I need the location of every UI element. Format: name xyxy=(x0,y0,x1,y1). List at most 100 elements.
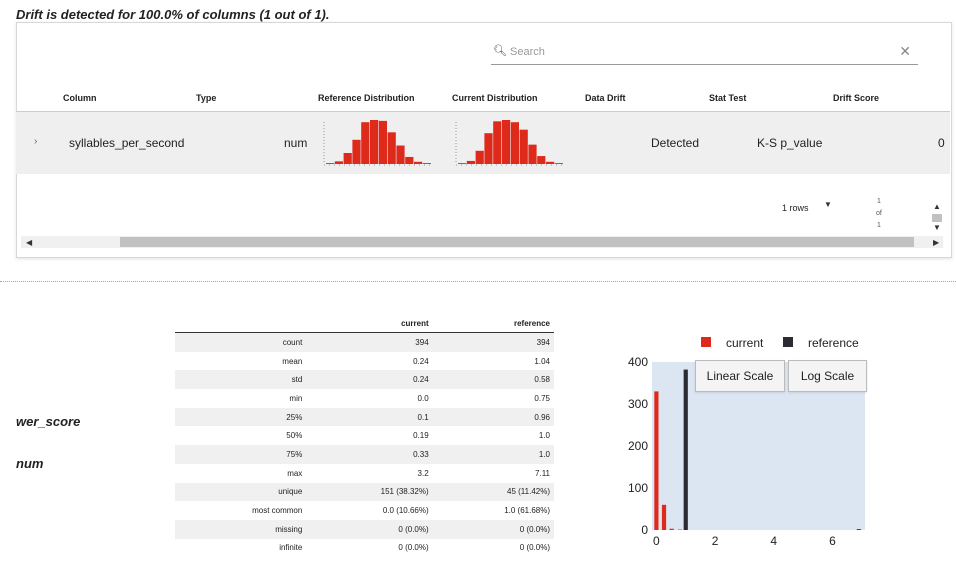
stats-row: max 3.2 7.11 xyxy=(175,464,554,483)
stats-header-reference: reference xyxy=(432,314,554,333)
stat-reference: 45 (11.42%) xyxy=(432,482,554,502)
stat-label: min xyxy=(289,393,303,403)
reference-sparkline-bar xyxy=(370,120,379,164)
y-tick-label: 0 xyxy=(641,523,648,537)
current-sparkline-bar xyxy=(510,122,519,164)
y-tick-label: 400 xyxy=(628,355,648,369)
reference-sparkline-bar xyxy=(361,122,370,164)
current-sparkline-bar xyxy=(458,163,467,164)
reference-sparkline-bar xyxy=(334,161,343,164)
legend-swatch-current xyxy=(701,337,711,347)
stat-current: 0.24 xyxy=(306,370,433,390)
stat-current: 0.1 xyxy=(306,407,433,427)
stat-current: 0.19 xyxy=(413,431,429,441)
column-header-current-distribution[interactable]: Current Distribution xyxy=(452,93,538,103)
horizontal-scroll-thumb[interactable] xyxy=(120,237,914,247)
current-sparkline-bar xyxy=(554,163,563,164)
stat-label: most common xyxy=(252,506,303,516)
stat-reference: 0 (0.0%) xyxy=(432,519,554,539)
stat-label: unique xyxy=(175,482,307,502)
stats-header-current: current xyxy=(306,314,433,333)
feature-name: wer_score xyxy=(16,414,81,429)
scroll-up-icon[interactable]: ▲ xyxy=(933,202,941,211)
column-header-data-drift[interactable]: Data Drift xyxy=(585,93,626,103)
stats-row: count 394 394 xyxy=(175,332,554,352)
stat-current: 0.24 xyxy=(413,356,429,366)
column-header-drift-score[interactable]: Drift Score xyxy=(833,93,879,103)
column-header-reference-distribution[interactable]: Reference Distribution xyxy=(318,93,415,103)
search-box[interactable]: 🔍︎ Search ✕ xyxy=(491,40,918,65)
stats-row: 50% 0.19 1.0 xyxy=(175,426,554,445)
x-tick-label: 4 xyxy=(770,534,777,548)
stat-label: mean xyxy=(282,356,303,366)
vertical-scrollbar[interactable]: ▲ ▼ xyxy=(930,200,944,236)
legend-label-current[interactable]: current xyxy=(726,336,764,350)
log-scale-button[interactable]: Log Scale xyxy=(788,360,867,392)
close-icon[interactable]: ✕ xyxy=(899,43,911,60)
stats-row: min 0.0 0.75 xyxy=(175,389,554,408)
column-header-column[interactable]: Column xyxy=(63,93,97,103)
scroll-right-icon[interactable]: ▶ xyxy=(933,238,939,247)
reference-sparkline-bar xyxy=(422,163,431,164)
row-column-name: syllables_per_second xyxy=(69,136,185,150)
row-type: num xyxy=(284,136,308,150)
stat-reference: 1.0 xyxy=(538,431,550,441)
stat-label: count xyxy=(175,332,307,352)
stat-current: 0.0 xyxy=(417,393,429,403)
y-tick-label: 200 xyxy=(628,439,648,453)
caret-down-icon[interactable]: ▼ xyxy=(824,200,832,209)
stat-reference: 7.11 xyxy=(535,468,550,478)
stat-reference: 0.96 xyxy=(432,407,554,427)
stat-label: missing xyxy=(175,519,307,539)
stat-label: 50% xyxy=(286,431,303,441)
y-tick-label: 300 xyxy=(628,397,648,411)
reference-sparkline-bar xyxy=(405,156,414,164)
scroll-down-icon[interactable]: ▼ xyxy=(933,223,941,232)
stat-current: 0.0 (10.66%) xyxy=(382,506,429,516)
column-header-stat-test[interactable]: Stat Test xyxy=(709,93,746,103)
section-divider xyxy=(0,281,956,282)
stat-current: 0 (0.0%) xyxy=(306,519,433,539)
stat-reference: 0.75 xyxy=(534,393,550,403)
legend-label-reference[interactable]: reference xyxy=(808,336,859,350)
current-sparkline-bar xyxy=(493,121,502,164)
current-sparkline-bar xyxy=(484,133,493,164)
stat-current: 0 (0.0%) xyxy=(398,543,429,553)
rows-per-page-select[interactable]: 1 rows xyxy=(782,203,809,213)
feature-type: num xyxy=(16,456,44,471)
stat-reference: 1.0 (61.68%) xyxy=(504,506,550,516)
column-header-type[interactable]: Type xyxy=(196,93,216,103)
row-stat-test: K-S p_value xyxy=(757,136,823,150)
stats-row: missing 0 (0.0%) 0 (0.0%) xyxy=(175,519,554,539)
scroll-left-icon[interactable]: ◀ xyxy=(26,238,32,247)
reference-distribution-sparkline xyxy=(323,120,432,166)
current-sparkline-bar xyxy=(466,160,475,164)
chevron-right-icon[interactable]: › xyxy=(34,136,37,147)
legend-swatch-reference xyxy=(783,337,793,347)
current-sparkline-bar xyxy=(537,156,546,164)
stat-current: 0.33 xyxy=(306,445,433,464)
scroll-thumb[interactable] xyxy=(932,214,942,222)
reference-sparkline-bar xyxy=(352,139,361,164)
stat-reference: 1.0 xyxy=(432,445,554,464)
current-sparkline-bar xyxy=(502,120,511,164)
reference-sparkline-bar xyxy=(378,120,387,164)
stat-current: 151 (38.32%) xyxy=(306,482,433,502)
current-bar xyxy=(661,504,667,530)
stat-current: 394 xyxy=(306,332,433,352)
page-current: 1 xyxy=(877,198,881,205)
x-tick-label: 0 xyxy=(653,534,660,548)
page-of-label: of xyxy=(876,210,882,217)
row-drift-score: 0 xyxy=(938,136,945,150)
current-sparkline-bar xyxy=(475,150,484,164)
stats-row: mean 0.24 1.04 xyxy=(175,352,554,371)
search-input[interactable]: Search xyxy=(510,46,545,58)
stat-label: 75% xyxy=(175,445,307,464)
x-tick-label: 2 xyxy=(712,534,719,548)
stats-row: std 0.24 0.58 xyxy=(175,370,554,390)
reference-sparkline-bar xyxy=(387,132,396,164)
chart-legend[interactable]: current reference xyxy=(696,334,866,352)
y-tick-label: 100 xyxy=(628,481,648,495)
stat-label: std xyxy=(175,370,307,390)
linear-scale-button[interactable]: Linear Scale xyxy=(695,360,785,392)
